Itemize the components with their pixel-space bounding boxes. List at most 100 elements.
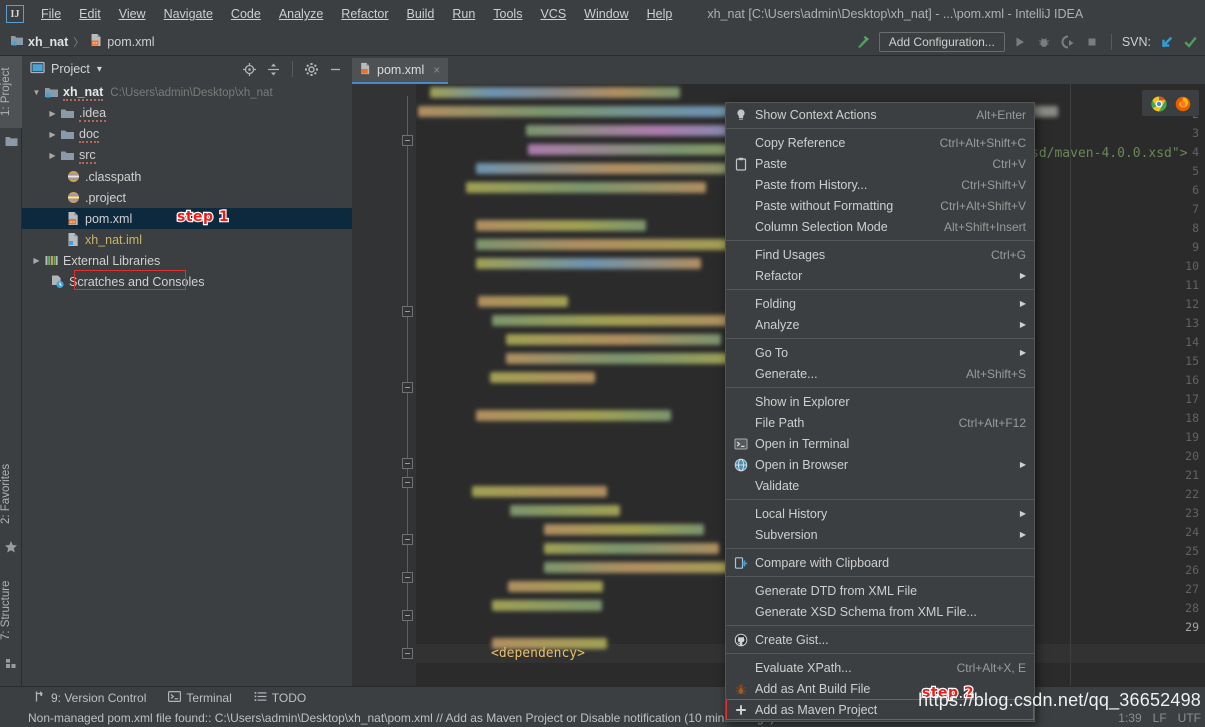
firefox-icon[interactable] bbox=[1175, 96, 1191, 111]
close-icon[interactable]: × bbox=[433, 63, 440, 77]
run-icon[interactable] bbox=[1012, 34, 1029, 51]
submenu-arrow-icon: ▶ bbox=[1019, 320, 1026, 329]
menu-item-shortcut: Ctrl+Alt+F12 bbox=[958, 415, 1026, 430]
menu-item-create-gist[interactable]: Create Gist... bbox=[726, 629, 1034, 650]
menu-item-refactor[interactable]: Refactor ▶ bbox=[726, 265, 1034, 286]
build-hammer-icon[interactable] bbox=[855, 34, 872, 51]
menu-item-column-selection-mode[interactable]: Column Selection Mode Alt+Shift+Insert bbox=[726, 216, 1034, 237]
breadcrumb-xh-nat[interactable]: xh_nat bbox=[6, 33, 72, 50]
tree-item-project-file-label: .project bbox=[85, 190, 126, 205]
run-with-coverage-icon[interactable] bbox=[1060, 34, 1077, 51]
line-separator[interactable]: LF bbox=[1153, 711, 1167, 725]
status-message[interactable]: Non-managed pom.xml file found:: C:\User… bbox=[28, 711, 774, 725]
add-configuration-button[interactable]: Add Configuration... bbox=[878, 32, 1005, 52]
sidebar-item-favorites[interactable]: 2: Favorites bbox=[0, 454, 22, 534]
menu-build[interactable]: Build bbox=[398, 3, 444, 25]
collapse-all-icon[interactable] bbox=[265, 61, 282, 78]
tree-item-external-libraries-label: External Libraries bbox=[63, 253, 161, 268]
menu-item-show-in-explorer[interactable]: Show in Explorer bbox=[726, 391, 1034, 412]
menu-item-copy-reference[interactable]: Copy Reference Ctrl+Alt+Shift+C bbox=[726, 132, 1034, 153]
svn-update-icon[interactable] bbox=[1158, 34, 1175, 51]
menu-item-compare-with-clipboard[interactable]: Compare with Clipboard bbox=[726, 552, 1034, 573]
chevron-right-icon[interactable]: ▶ bbox=[46, 149, 59, 162]
tree-item-project-file[interactable]: .project bbox=[22, 187, 352, 208]
context-menu[interactable]: Show Context Actions Alt+Enter Copy Refere… bbox=[725, 102, 1035, 722]
chrome-icon[interactable] bbox=[1151, 96, 1167, 111]
chevron-right-icon[interactable]: ▶ bbox=[30, 254, 43, 267]
menu-navigate[interactable]: Navigate bbox=[155, 3, 222, 25]
project-folder-icon bbox=[4, 134, 18, 148]
bottom-item-terminal[interactable]: Terminal bbox=[157, 687, 242, 709]
menu-code[interactable]: Code bbox=[222, 3, 270, 25]
tree-item-classpath[interactable]: .classpath bbox=[22, 166, 352, 187]
tree-item-src[interactable]: ▶ src bbox=[22, 145, 352, 166]
menu-item-label: Generate... bbox=[755, 366, 818, 381]
sidebar-item-project[interactable]: 1: Project bbox=[0, 56, 22, 128]
menu-item-find-usages[interactable]: Find Usages Ctrl+G bbox=[726, 244, 1034, 265]
menu-tools[interactable]: Tools bbox=[484, 3, 531, 25]
debug-icon[interactable] bbox=[1036, 34, 1053, 51]
menu-analyze-label: Analyze bbox=[278, 7, 324, 21]
locate-file-icon[interactable] bbox=[241, 61, 258, 78]
tree-item-pom-xml[interactable]: <> pom.xml step 1 bbox=[22, 208, 352, 229]
menu-item-label: Go To bbox=[755, 345, 789, 360]
menu-item-go-to[interactable]: Go To ▶ bbox=[726, 342, 1034, 363]
menu-window[interactable]: Window bbox=[575, 3, 637, 25]
svn-label: SVN: bbox=[1121, 35, 1151, 49]
menu-item-label: Generate XSD Schema from XML File... bbox=[755, 604, 977, 619]
no-icon bbox=[733, 604, 749, 620]
chevron-down-icon[interactable]: ▾ bbox=[97, 64, 102, 75]
menu-item-open-in-terminal[interactable]: Open in Terminal bbox=[726, 433, 1034, 454]
menu-item-local-history[interactable]: Local History ▶ bbox=[726, 503, 1034, 524]
menu-item-paste[interactable]: Paste Ctrl+V bbox=[726, 153, 1034, 174]
chevron-down-icon[interactable]: ▼ bbox=[30, 86, 43, 99]
menu-file[interactable]: File bbox=[32, 3, 70, 25]
menu-analyze[interactable]: Analyze bbox=[270, 3, 332, 25]
menu-item-analyze[interactable]: Analyze ▶ bbox=[726, 314, 1034, 335]
menu-item-paste-from-history[interactable]: Paste from History... Ctrl+Shift+V bbox=[726, 174, 1034, 195]
stop-icon[interactable] bbox=[1084, 34, 1101, 51]
menu-refactor[interactable]: Refactor bbox=[332, 3, 397, 25]
hide-panel-icon[interactable] bbox=[327, 61, 344, 78]
menu-item-file-path[interactable]: File Path Ctrl+Alt+F12 bbox=[726, 412, 1034, 433]
menu-item-folding[interactable]: Folding ▶ bbox=[726, 293, 1034, 314]
todo-icon bbox=[254, 690, 267, 706]
sidebar-item-structure[interactable]: 7: Structure bbox=[0, 570, 22, 650]
menu-vcs[interactable]: VCS bbox=[531, 3, 575, 25]
menu-item-generate[interactable]: Generate... Alt+Shift+S bbox=[726, 363, 1034, 384]
caret-position[interactable]: 1:39 bbox=[1118, 711, 1141, 725]
tree-item-doc[interactable]: ▶ doc bbox=[22, 124, 352, 145]
chevron-right-icon[interactable]: ▶ bbox=[46, 107, 59, 120]
intellij-logo-icon: IJ bbox=[6, 5, 24, 23]
chevron-right-icon[interactable]: ▶ bbox=[46, 128, 59, 141]
tree-item-external-libraries[interactable]: ▶ External Libraries bbox=[22, 250, 352, 271]
tree-item-xh-nat[interactable]: ▼ xh_nat C:\Users\admin\Desktop\xh_nat bbox=[22, 82, 352, 103]
menu-item-subversion[interactable]: Subversion ▶ bbox=[726, 524, 1034, 545]
settings-gear-icon[interactable] bbox=[303, 61, 320, 78]
menu-item-label: Show Context Actions bbox=[755, 107, 877, 122]
encoding[interactable]: UTF bbox=[1178, 711, 1201, 725]
menu-item-paste-without-formatting[interactable]: Paste without Formatting Ctrl+Alt+Shift+V bbox=[726, 195, 1034, 216]
menu-item-generate-dtd-from-xml-file[interactable]: Generate DTD from XML File bbox=[726, 580, 1034, 601]
menu-edit[interactable]: Edit bbox=[70, 3, 110, 25]
tree-item-idea[interactable]: ▶ .idea bbox=[22, 103, 352, 124]
menu-item-open-in-browser[interactable]: Open in Browser ▶ bbox=[726, 454, 1034, 475]
menu-view-label: View bbox=[118, 7, 146, 21]
menu-vcs-label: VCS bbox=[540, 7, 567, 21]
breadcrumb-pom-xml[interactable]: <> pom.xml bbox=[85, 33, 158, 50]
folder-icon bbox=[59, 106, 75, 122]
menu-item-shortcut: Ctrl+V bbox=[992, 156, 1026, 171]
menu-item-show-context-actions[interactable]: Show Context Actions Alt+Enter bbox=[726, 104, 1034, 125]
tab-pom-xml[interactable]: pom.xml × bbox=[352, 58, 449, 84]
menu-item-evaluate-xpath[interactable]: Evaluate XPath... Ctrl+Alt+X, E bbox=[726, 657, 1034, 678]
menu-run[interactable]: Run bbox=[443, 3, 484, 25]
tree-item-scratches[interactable]: Scratches and Consoles bbox=[22, 271, 352, 292]
menu-view[interactable]: View bbox=[110, 3, 155, 25]
menu-help[interactable]: Help bbox=[638, 3, 682, 25]
menu-item-generate-xsd-schema-from-xml-file[interactable]: Generate XSD Schema from XML File... bbox=[726, 601, 1034, 622]
bottom-item-todo[interactable]: TODO bbox=[243, 687, 317, 709]
menu-item-validate[interactable]: Validate bbox=[726, 475, 1034, 496]
svn-commit-icon[interactable] bbox=[1182, 34, 1199, 51]
tree-item-xh-nat-iml[interactable]: xh_nat.iml bbox=[22, 229, 352, 250]
bottom-item-version-control[interactable]: 9: Version Control bbox=[22, 687, 157, 709]
